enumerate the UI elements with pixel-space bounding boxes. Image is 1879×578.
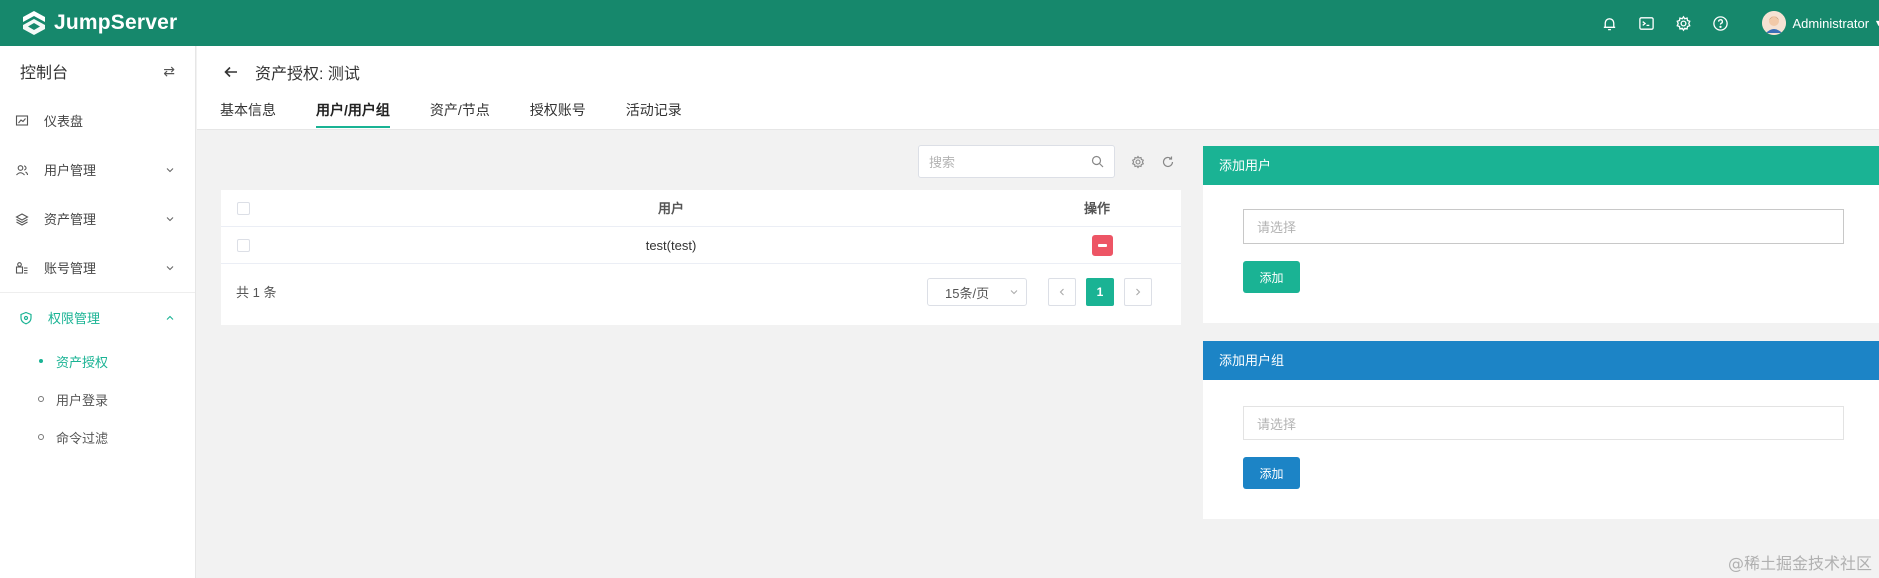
user-select[interactable]: 请选择 <box>1243 209 1844 244</box>
add-user-button[interactable]: 添加 <box>1243 261 1300 293</box>
column-header-user[interactable]: 用户 <box>441 190 901 227</box>
sidebar-subitem-label: 资产授权 <box>56 354 109 370</box>
chevron-up-icon <box>165 313 175 323</box>
add-user-group-card: 添加用户组 请选择 添加 <box>1203 341 1879 519</box>
add-user-title: 添加用户 <box>1203 146 1879 185</box>
sidebar-item-assets[interactable]: 资产管理 <box>0 194 195 243</box>
next-page-button[interactable] <box>1124 278 1152 306</box>
layers-icon <box>15 212 29 226</box>
select-all-checkbox[interactable] <box>237 202 250 215</box>
back-arrow-icon[interactable] <box>223 64 239 80</box>
chevron-right-icon <box>1136 288 1141 296</box>
table-header-row: 用户 操作 <box>221 190 1181 227</box>
sidebar-item-dashboard[interactable]: 仪表盘 <box>0 96 195 145</box>
total-count: 共 1 条 <box>236 285 277 300</box>
page-size-value: 15条/页 <box>945 285 990 301</box>
column-header-action: 操作 <box>1083 201 1110 216</box>
sidebar-item-users[interactable]: 用户管理 <box>0 145 195 194</box>
sidebar: 控制台 ⇄ 仪表盘 用户管理 资产管理 账号管理 权限管理 资产授权 用户登录 … <box>0 46 196 578</box>
prev-page-button[interactable] <box>1048 278 1076 306</box>
settings-icon[interactable] <box>1131 155 1145 169</box>
chevron-down-icon <box>1010 288 1018 296</box>
watermark: @稀土掘金技术社区 <box>1727 554 1872 573</box>
table-toolbar: 搜索 <box>918 145 1175 178</box>
search-input[interactable]: 搜索 <box>918 145 1115 178</box>
chevron-down-icon <box>165 165 175 175</box>
tab-assets[interactable]: 资产/节点 <box>430 100 490 128</box>
page-size-select[interactable]: 15条/页 <box>927 278 1027 306</box>
jumpserver-logo-icon <box>23 11 45 35</box>
sidebar-subitem-label: 命令过滤 <box>56 430 109 446</box>
tab-activity[interactable]: 活动记录 <box>626 100 682 128</box>
chevron-left-icon <box>1059 288 1064 296</box>
user-select-placeholder: 请选择 <box>1257 220 1297 235</box>
chevron-down-icon <box>165 214 175 224</box>
app-name: JumpServer <box>54 11 178 34</box>
search-icon <box>1091 155 1104 168</box>
add-user-group-title: 添加用户组 <box>1203 341 1879 380</box>
add-user-group-button[interactable]: 添加 <box>1243 457 1300 489</box>
bullet-dot <box>39 359 43 363</box>
sidebar-header: 控制台 ⇄ <box>0 46 195 96</box>
bullet-dot <box>38 434 44 440</box>
sidebar-title: 控制台 <box>20 65 69 82</box>
sidebar-item-label: 资产管理 <box>44 212 97 227</box>
shield-icon <box>19 311 33 325</box>
add-user-card: 添加用户 请选择 添加 <box>1203 146 1879 323</box>
sidebar-item-label: 权限管理 <box>48 311 101 326</box>
remove-button[interactable] <box>1092 235 1113 256</box>
user-group-select-placeholder: 请选择 <box>1257 416 1297 432</box>
page-title: 资产授权: 测试 <box>255 66 360 83</box>
user-group-select[interactable]: 请选择 <box>1243 406 1844 440</box>
cell-user: test(test) <box>645 238 697 253</box>
top-navbar: JumpServer Administrator ▼ <box>0 0 1879 46</box>
tab-users[interactable]: 用户/用户组 <box>316 100 390 128</box>
users-icon <box>15 163 29 177</box>
sidebar-item-permissions[interactable]: 权限管理 <box>0 293 195 342</box>
sidebar-subitem-asset-permission[interactable]: 资产授权 <box>0 342 195 380</box>
sidebar-item-label: 仪表盘 <box>44 114 84 129</box>
help-icon[interactable] <box>1712 14 1730 32</box>
chevron-down-icon <box>165 263 175 273</box>
sidebar-subitem-label: 用户登录 <box>56 392 109 408</box>
sidebar-item-label: 账号管理 <box>44 261 97 276</box>
search-placeholder: 搜索 <box>929 155 956 170</box>
table-row: test(test) <box>221 227 1181 264</box>
bullet-dot <box>38 396 44 402</box>
account-icon <box>15 261 29 275</box>
user-table: 用户 操作 test(test) 共 1 条 15条/页 1 <box>221 190 1181 325</box>
sidebar-subitem-command-filter[interactable]: 命令过滤 <box>0 418 195 456</box>
avatar[interactable] <box>1761 11 1786 35</box>
bell-icon[interactable] <box>1601 14 1619 32</box>
tab-bar: 基本信息 用户/用户组 资产/节点 授权账号 活动记录 <box>220 100 722 128</box>
refresh-icon[interactable] <box>1161 155 1175 169</box>
tab-accounts[interactable]: 授权账号 <box>530 100 586 128</box>
sidebar-item-label: 用户管理 <box>44 163 97 178</box>
dashboard-icon <box>15 114 29 128</box>
logo[interactable]: JumpServer <box>20 9 177 37</box>
row-checkbox[interactable] <box>237 239 250 252</box>
swap-icon[interactable]: ⇄ <box>163 63 175 80</box>
sidebar-item-accounts[interactable]: 账号管理 <box>0 243 195 292</box>
page-header: 资产授权: 测试 基本信息 用户/用户组 资产/节点 授权账号 活动记录 <box>197 46 1879 130</box>
terminal-icon[interactable] <box>1638 14 1656 32</box>
user-name[interactable]: Administrator <box>1793 16 1870 31</box>
gear-icon[interactable] <box>1675 14 1693 32</box>
sidebar-subitem-login-acl[interactable]: 用户登录 <box>0 380 195 418</box>
chevron-down-icon[interactable]: ▼ <box>1874 18 1879 28</box>
current-page-button[interactable]: 1 <box>1086 278 1114 306</box>
tab-basic-info[interactable]: 基本信息 <box>220 100 276 128</box>
